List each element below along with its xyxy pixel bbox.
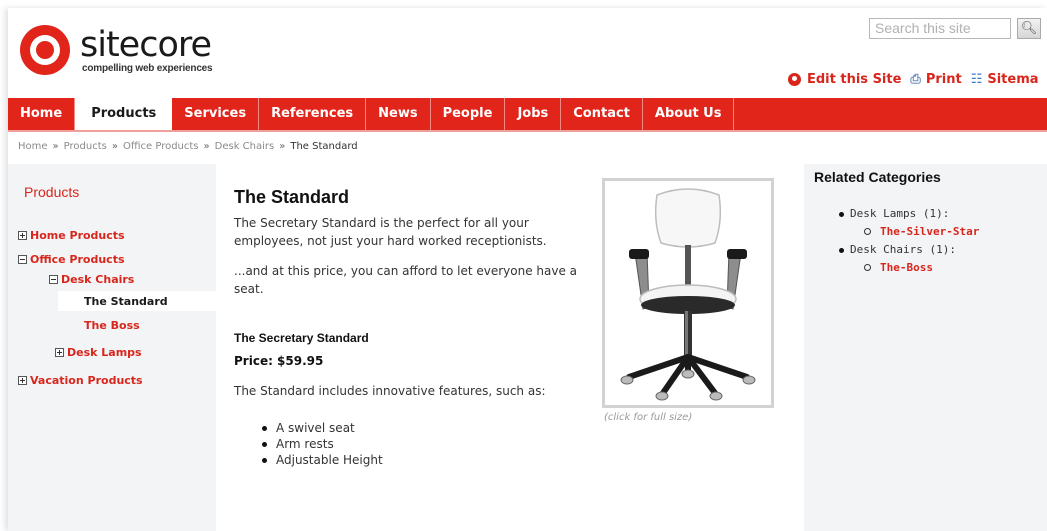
breadcrumb: Home » Products » Office Products » Desk Chair… xyxy=(18,141,358,152)
edit-site-label: Edit this Site xyxy=(807,72,902,87)
sitecore-logo-icon xyxy=(20,25,70,75)
tree-item-desk-chairs[interactable]: Desk Chairs xyxy=(49,273,134,286)
tab-jobs[interactable]: Jobs xyxy=(505,98,562,130)
tab-references[interactable]: References xyxy=(259,98,367,130)
tree-item-label: The Boss xyxy=(84,319,140,332)
site-tools: Edit this Site ⎙ Print ☷ Sitema xyxy=(788,72,1047,87)
tab-home[interactable]: Home xyxy=(8,98,76,130)
product-image[interactable] xyxy=(602,178,774,408)
page: sitecore compelling web experiences Sear… xyxy=(8,8,1047,531)
tree-item-the-boss[interactable]: The Boss xyxy=(84,319,140,332)
image-caption[interactable]: (click for full size) xyxy=(604,412,692,423)
related-link-the-boss[interactable]: The-Boss xyxy=(864,261,933,274)
feature-list: A swivel seat Arm rests Adjustable Heigh… xyxy=(260,420,383,468)
related-group-desk-chairs: Desk Chairs (1): xyxy=(839,243,956,256)
breadcrumb-current: The Standard xyxy=(290,141,358,152)
print-icon: ⎙ xyxy=(910,72,921,87)
breadcrumb-office-products[interactable]: Office Products xyxy=(123,141,199,152)
tree-item-office-products[interactable]: Office Products xyxy=(18,253,125,266)
tree-item-label: The Standard xyxy=(84,294,168,308)
tagline-text: ...and at this price, you can afford to … xyxy=(234,264,578,296)
sitemap-label: Sitema xyxy=(987,72,1039,87)
tree-item-label: Office Products xyxy=(30,253,125,266)
sitemap-icon: ☷ xyxy=(970,72,983,87)
breadcrumb-products[interactable]: Products xyxy=(64,141,107,152)
tab-contact[interactable]: Contact xyxy=(561,98,643,130)
collapse-icon[interactable] xyxy=(18,255,27,264)
search-input[interactable]: Search this site xyxy=(869,18,1011,39)
logo-text: sitecore xyxy=(80,25,212,65)
print-label: Print xyxy=(925,72,962,87)
product-name: The Secretary Standard xyxy=(234,331,369,345)
list-item: Arm rests xyxy=(260,436,383,452)
sitemap-link[interactable]: ☷ Sitema xyxy=(971,72,1039,87)
features-intro: The Standard includes innovative feature… xyxy=(234,384,546,398)
edit-icon xyxy=(788,73,801,86)
breadcrumb-separator: » xyxy=(279,141,286,152)
right-sidebar: Related Categories Desk Lamps (1): The-S… xyxy=(804,164,1047,531)
desk-chair-image xyxy=(620,188,756,401)
list-item: A swivel seat xyxy=(260,420,383,436)
search-box: Search this site 🔍︎ xyxy=(869,18,1041,39)
list-item: Adjustable Height xyxy=(260,452,383,468)
related-group-desk-lamps: Desk Lamps (1): xyxy=(838,207,950,220)
expand-icon[interactable] xyxy=(18,231,27,240)
breadcrumb-desk-chairs[interactable]: Desk Chairs xyxy=(215,141,275,152)
tree-item-label: Desk Chairs xyxy=(61,273,135,286)
tree-item-the-standard[interactable]: The Standard xyxy=(58,291,216,311)
tree-item-vacation-products[interactable]: Vacation Products xyxy=(18,374,143,387)
tree-item-desk-lamps[interactable]: Desk Lamps xyxy=(55,346,142,359)
related-title: Related Categories xyxy=(814,169,941,185)
edit-site-link[interactable]: Edit this Site xyxy=(788,72,901,87)
logo-tagline: compelling web experiences xyxy=(82,63,213,74)
tree-item-label: Vacation Products xyxy=(30,374,143,387)
main-nav: Home Products Services References News P… xyxy=(8,98,1047,132)
page-title: The Standard xyxy=(234,187,350,207)
related-link-silver-star[interactable]: The-Silver-Star xyxy=(863,225,979,238)
search-button[interactable]: 🔍︎ xyxy=(1017,18,1041,39)
breadcrumb-separator: » xyxy=(52,141,59,152)
tab-people[interactable]: People xyxy=(431,98,506,130)
sidebar-title: Products xyxy=(24,184,80,200)
intro-text: The Secretary Standard is the perfect fo… xyxy=(234,216,547,248)
left-sidebar: Products Home Products Office Products D… xyxy=(8,164,216,531)
breadcrumb-separator: » xyxy=(111,141,118,152)
product-price: Price: $59.95 xyxy=(234,354,324,368)
tab-news[interactable]: News xyxy=(366,98,431,130)
sitecore-logo[interactable]: sitecore compelling web experiences xyxy=(20,23,290,85)
tab-products[interactable]: Products xyxy=(75,98,173,130)
collapse-icon[interactable] xyxy=(49,275,58,284)
expand-icon[interactable] xyxy=(18,376,27,385)
magnifier-icon: 🔍︎ xyxy=(1020,21,1038,36)
tree-item-label: Home Products xyxy=(30,229,125,242)
tab-about-us[interactable]: About Us xyxy=(643,98,735,130)
tree-item-home-products[interactable]: Home Products xyxy=(18,229,125,242)
expand-icon[interactable] xyxy=(55,348,64,357)
tree-item-label: Desk Lamps xyxy=(67,346,142,359)
print-link[interactable]: ⎙ Print xyxy=(910,72,961,87)
breadcrumb-home[interactable]: Home xyxy=(18,141,48,152)
tab-services[interactable]: Services xyxy=(172,98,260,130)
breadcrumb-separator: » xyxy=(203,141,210,152)
